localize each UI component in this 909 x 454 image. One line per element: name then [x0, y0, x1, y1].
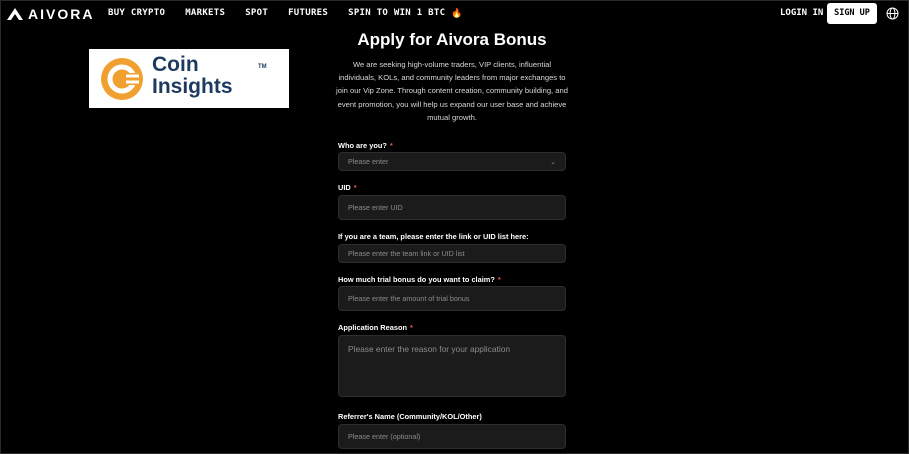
uid-input[interactable] — [338, 195, 566, 220]
label-text: If you are a team, please enter the link… — [338, 232, 529, 241]
required-mark: * — [353, 183, 357, 192]
nav-link-futures[interactable]: FUTURES — [288, 8, 328, 19]
label-text: UID — [338, 183, 351, 192]
aivora-logo-icon — [7, 8, 23, 20]
fire-icon: 🔥 — [451, 8, 463, 18]
required-mark: * — [389, 141, 393, 150]
chevron-down-icon: ⌄ — [550, 158, 556, 166]
brand-logo[interactable]: AIVORA — [6, 6, 94, 22]
required-mark: * — [410, 323, 413, 332]
field-label-team-list: If you are a team, please enter the link… — [338, 232, 529, 241]
who-are-you-select[interactable]: Please enter ⌄ — [338, 152, 566, 171]
page-description: We are seeking high-volume traders, VIP … — [336, 60, 568, 122]
field-label-trial-bonus: How much trial bonus do you want to clai… — [338, 275, 501, 284]
select-placeholder: Please enter — [348, 157, 389, 166]
field-label-who-are-you: Who are you? * — [338, 141, 393, 150]
team-list-input[interactable] — [338, 244, 566, 263]
coin-insights-banner[interactable]: Coin Insights TM — [89, 49, 289, 108]
label-text: Referrer's Name (Community/KOL/Other) — [338, 412, 482, 421]
required-mark: * — [497, 275, 501, 284]
field-label-application-reason: Application Reason * — [338, 323, 413, 332]
nav-link-markets[interactable]: MARKETS — [185, 8, 225, 19]
field-label-uid: UID * — [338, 183, 357, 192]
coin-insights-logo-icon — [101, 58, 143, 100]
label-text: Who are you? — [338, 141, 387, 150]
top-navbar: AIVORA BUY CRYPTO MARKETS SPOT FUTURES S… — [0, 0, 909, 28]
login-link[interactable]: LOGIN IN — [780, 8, 823, 18]
label-text: How much trial bonus do you want to clai… — [338, 275, 495, 284]
application-reason-textarea[interactable] — [338, 335, 566, 397]
nav-links: BUY CRYPTO MARKETS SPOT FUTURES SPIN TO … — [108, 8, 463, 19]
nav-link-spot[interactable]: SPOT — [245, 8, 268, 19]
label-text: Application Reason — [338, 323, 407, 332]
page-title: Apply for Aivora Bonus — [357, 30, 547, 49]
referrer-input[interactable] — [338, 424, 566, 449]
field-label-referrer: Referrer's Name (Community/KOL/Other) — [338, 412, 482, 421]
nav-link-buy-crypto[interactable]: BUY CRYPTO — [108, 8, 165, 19]
brand-name: AIVORA — [28, 6, 95, 22]
trademark-mark: TM — [258, 64, 267, 70]
nav-link-spin-to-win[interactable]: SPIN TO WIN 1 BTC — [348, 8, 445, 19]
coin-insights-wordmark: Coin Insights TM — [152, 53, 267, 98]
trial-bonus-input[interactable] — [338, 286, 566, 311]
signup-button[interactable]: SIGN UP — [827, 3, 877, 24]
globe-icon[interactable] — [886, 7, 899, 20]
wordmark-line-2: Insights — [152, 75, 233, 98]
wordmark-line-1: Coin — [152, 53, 199, 76]
